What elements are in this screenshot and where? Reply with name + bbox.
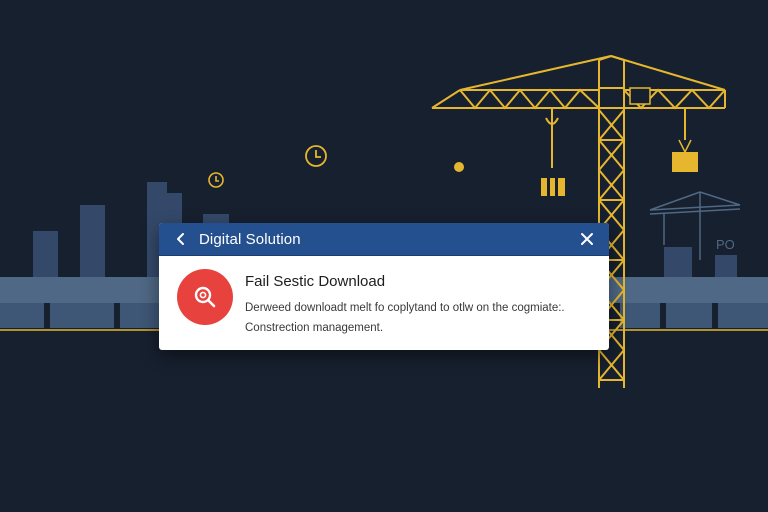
dialog-title: Digital Solution xyxy=(199,230,301,248)
counterweight xyxy=(629,87,651,105)
dialog-body: Fail Sestic Download Derweed downloadt m… xyxy=(159,256,609,350)
close-button[interactable] xyxy=(575,227,599,251)
back-chevron-icon xyxy=(177,233,184,245)
message-text: Derweed downloadt melt fo coplytand to o… xyxy=(245,298,595,338)
message-line-1: Derweed downloadt melt fo coplytand to o… xyxy=(245,302,565,314)
dialog-header: Digital Solution xyxy=(159,223,609,256)
error-dialog: Digital Solution Fail Sestic Download De… xyxy=(159,223,609,350)
error-badge xyxy=(177,269,233,325)
search-error-icon xyxy=(194,286,216,308)
light-dot xyxy=(454,162,464,172)
message-title: Fail Sestic Download xyxy=(245,273,386,290)
back-button[interactable] xyxy=(169,227,193,251)
close-icon xyxy=(581,233,593,245)
crane-hook-right xyxy=(672,139,698,172)
clock-icon xyxy=(305,145,327,167)
message-line-2: Constrection management. xyxy=(245,322,384,334)
crane-cab xyxy=(598,87,625,109)
clock-icon xyxy=(208,172,224,188)
sign-text: PO xyxy=(716,237,735,252)
